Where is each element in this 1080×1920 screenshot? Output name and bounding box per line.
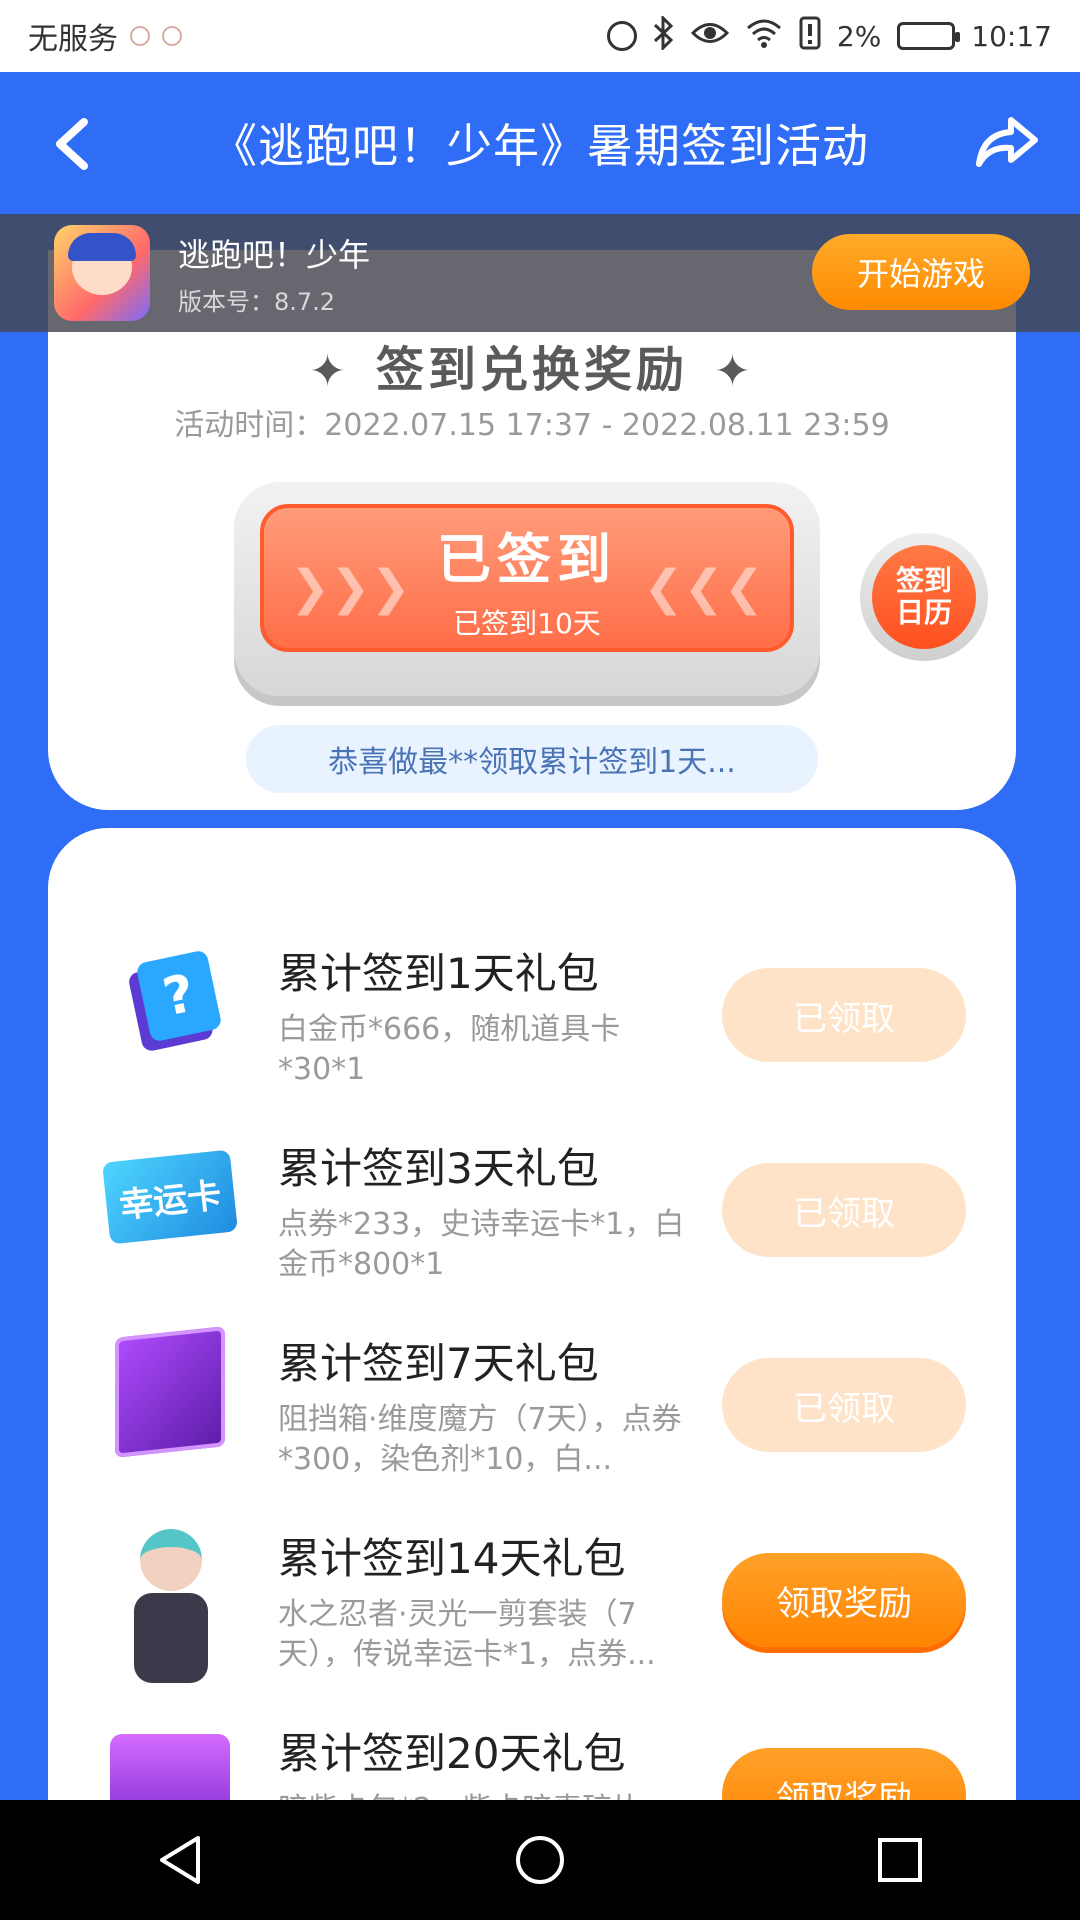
game-logo <box>54 225 150 321</box>
ninja-character-icon <box>106 1523 234 1683</box>
sparkle-icon-right: ✦ <box>714 346 755 397</box>
signed-in-days: 已签到10天 <box>453 606 601 640</box>
sparkle-icon: ✦ <box>309 346 350 397</box>
carrier-text: 无服务 <box>28 22 118 57</box>
nav-back-icon[interactable] <box>150 1830 210 1890</box>
reward-name: 累计签到20天礼包 <box>278 1729 626 1778</box>
reward-desc: 点券*233，史诗幸运卡*1，白金币*800*1 <box>278 1207 685 1282</box>
claimed-button[interactable]: 已领取 <box>722 1163 966 1257</box>
game-info: 逃跑吧！少年 版本号：8.7.2 <box>178 230 370 317</box>
status-bar: 无服务 2% 10:17 <box>0 0 1080 72</box>
status-right: 2% 10:17 <box>606 13 1052 57</box>
reward-name: 累计签到1天礼包 <box>278 949 599 998</box>
claimed-button[interactable]: 已领取 <box>722 968 966 1062</box>
reward-row-14: 累计签到14天礼包 水之忍者·灵光一剪套装（7天），传说幸运卡*1，点券... … <box>48 1503 1016 1693</box>
notice-banner: 恭喜做最**领取累计签到1天... <box>246 725 818 793</box>
alert-icon <box>799 16 821 57</box>
clock: 10:17 <box>971 19 1052 53</box>
sign-in-card: ✦ 签到兑换奖励 ✦ 活动时间：2022.07.15 17:37 - 2022.08… <box>48 250 1016 810</box>
reward-name: 累计签到7天礼包 <box>278 1339 599 1388</box>
reward-row-1: ? 累计签到1天礼包 白金币*666，随机道具卡*30*1 已领取 <box>48 918 1016 1108</box>
reward-name: 累计签到14天礼包 <box>278 1534 626 1583</box>
chevron-left-icon: ❮❮❮ <box>643 560 764 616</box>
battery-icon <box>897 22 961 50</box>
claimed-button[interactable]: 已领取 <box>722 1358 966 1452</box>
eye-comfort-icon <box>690 20 729 53</box>
sign-in-frame: ❯❯❯ ❮❮❮ 已签到 已签到10天 <box>234 482 820 696</box>
game-name: 逃跑吧！少年 <box>178 235 371 274</box>
page-title: 《逃跑吧！少年》暑期签到活动 <box>211 119 869 173</box>
status-left: 无服务 <box>28 14 182 58</box>
reward-desc: 水之忍者·灵光一剪套装（7天），传说幸运卡*1，点券... <box>278 1597 656 1672</box>
notification-icon <box>130 26 150 46</box>
back-arrow-icon[interactable] <box>48 116 96 172</box>
reward-row-3: 幸运卡 累计签到3天礼包 点券*233，史诗幸运卡*1，白金币*800*1 已领… <box>48 1113 1016 1303</box>
data-saver-icon <box>606 21 637 51</box>
reward-desc: 阻挡箱·维度魔方（7天），点券*300，染色剂*10，白... <box>278 1402 682 1477</box>
question-card-icon: ? <box>94 926 246 1078</box>
sign-calendar-button[interactable]: 签到 日历 <box>860 533 988 661</box>
lucky-card-text: 幸运卡 <box>102 1149 238 1245</box>
wifi-icon <box>745 18 783 55</box>
rewards-card: ? 累计签到1天礼包 白金币*666，随机道具卡*30*1 已领取 幸运卡 累计… <box>48 828 1016 1920</box>
magic-cube-icon <box>106 1326 234 1458</box>
signed-in-button[interactable]: ❯❯❯ ❮❮❮ 已签到 已签到10天 <box>260 504 794 652</box>
reward-row-7: 累计签到7天礼包 阻挡箱·维度魔方（7天），点券*300，染色剂*10，白...… <box>48 1308 1016 1498</box>
section-title: ✦ 签到兑换奖励 ✦ <box>309 342 755 398</box>
battery-percent: 2% <box>836 19 882 53</box>
app-header: 《逃跑吧！少年》暑期签到活动 <box>0 72 1080 214</box>
sign-calendar-label: 签到 日历 <box>872 545 976 649</box>
game-version: 版本号：8.7.2 <box>178 287 336 316</box>
system-nav-bar <box>0 1800 1080 1920</box>
game-banner: 逃跑吧！少年 版本号：8.7.2 开始游戏 <box>0 214 1080 332</box>
activity-time: 活动时间：2022.07.15 17:37 - 2022.08.11 23:59 <box>174 408 890 443</box>
share-icon[interactable] <box>972 112 1042 172</box>
nav-recent-icon[interactable] <box>870 1830 930 1890</box>
reward-name: 累计签到3天礼包 <box>278 1144 599 1193</box>
chevron-right-icon: ❯❯❯ <box>290 560 411 616</box>
claim-reward-button[interactable]: 领取奖励 <box>722 1553 966 1647</box>
lucky-card-icon: 幸运卡 <box>102 1133 238 1261</box>
notification-icon-2 <box>162 26 182 46</box>
start-game-button[interactable]: 开始游戏 <box>812 234 1030 310</box>
reward-desc: 白金币*666，随机道具卡*30*1 <box>278 1012 621 1087</box>
nav-home-icon[interactable] <box>510 1830 570 1890</box>
signed-in-label: 已签到 <box>437 527 617 591</box>
bluetooth-icon <box>653 13 675 57</box>
